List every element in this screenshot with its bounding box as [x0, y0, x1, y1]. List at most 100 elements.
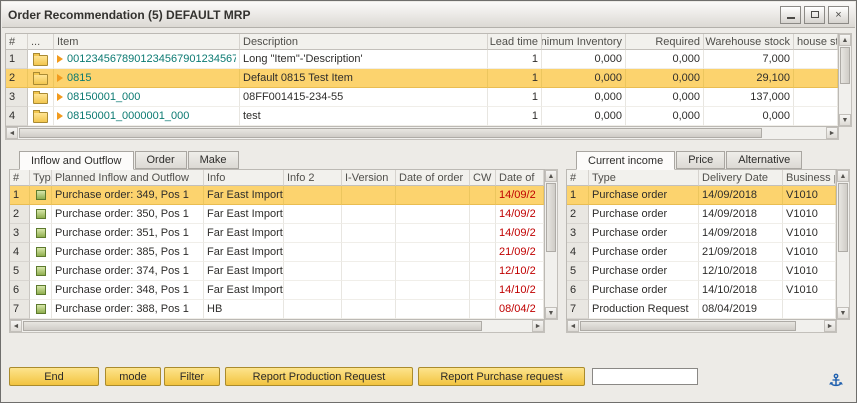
- delivery-date-cell[interactable]: 21/09/2018: [699, 243, 783, 262]
- folder-cell[interactable]: [28, 88, 54, 107]
- business-partner-cell[interactable]: V1010: [783, 262, 836, 281]
- type-cell[interactable]: Purchase order: [589, 243, 699, 262]
- titlebar[interactable]: Order Recommendation (5) DEFAULT MRP ×: [2, 2, 855, 28]
- cw-cell[interactable]: [470, 205, 496, 224]
- row-number[interactable]: 6: [567, 281, 589, 300]
- item-code[interactable]: 08150001_0000001_000: [67, 110, 189, 122]
- type-cell[interactable]: Purchase order: [589, 186, 699, 205]
- row-number[interactable]: 4: [6, 107, 28, 126]
- required-cell[interactable]: 0,000: [626, 50, 704, 69]
- i-version-cell[interactable]: [342, 205, 396, 224]
- delivery-date-cell[interactable]: 14/10/2018: [699, 281, 783, 300]
- row-number[interactable]: 4: [567, 243, 589, 262]
- row-number[interactable]: 7: [567, 300, 589, 319]
- mode-button[interactable]: mode: [105, 367, 161, 386]
- date-of-order-cell[interactable]: [396, 243, 470, 262]
- table-row-selected[interactable]: 1 Purchase order: 349, Pos 1 Far East Im…: [10, 186, 544, 205]
- scroll-up-button[interactable]: ▲: [545, 170, 557, 182]
- business-partner-cell[interactable]: V1010: [783, 224, 836, 243]
- row-number[interactable]: 5: [10, 262, 30, 281]
- row-number[interactable]: 4: [10, 243, 30, 262]
- item-code[interactable]: 0815: [67, 72, 91, 84]
- filter-button[interactable]: Filter: [164, 367, 220, 386]
- scroll-up-button[interactable]: ▲: [837, 170, 849, 182]
- planned-cell[interactable]: Purchase order: 374, Pos 1: [52, 262, 204, 281]
- date-cell[interactable]: 14/10/2: [496, 281, 544, 300]
- type-icon-cell[interactable]: [30, 243, 52, 262]
- info2-cell[interactable]: [284, 224, 342, 243]
- type-icon-cell[interactable]: [30, 262, 52, 281]
- cw-cell[interactable]: [470, 262, 496, 281]
- row-number[interactable]: 3: [567, 224, 589, 243]
- info2-cell[interactable]: [284, 243, 342, 262]
- delivery-date-cell[interactable]: 14/09/2018: [699, 224, 783, 243]
- lead-time-cell[interactable]: 1: [488, 88, 542, 107]
- date-cell[interactable]: 14/09/2: [496, 224, 544, 243]
- table-row[interactable]: 7 Production Request 08/04/2019: [567, 300, 836, 319]
- item-cell[interactable]: 08150001_0000001_000: [54, 107, 240, 126]
- extra-cell[interactable]: [794, 88, 838, 107]
- item-cell[interactable]: 08150001_000: [54, 88, 240, 107]
- info2-cell[interactable]: [284, 281, 342, 300]
- report-production-request-button[interactable]: Report Production Request: [225, 367, 413, 386]
- scroll-left-button[interactable]: ◄: [10, 320, 22, 332]
- item-cell[interactable]: 00123456789012345679012345679: [54, 50, 240, 69]
- lead-time-cell[interactable]: 1: [488, 50, 542, 69]
- cw-cell[interactable]: [470, 281, 496, 300]
- scroll-thumb[interactable]: [840, 47, 850, 84]
- close-button[interactable]: ×: [828, 6, 849, 24]
- info-cell[interactable]: HB: [204, 300, 284, 319]
- vertical-scrollbar[interactable]: ▲ ▼: [545, 169, 558, 320]
- row-number[interactable]: 2: [6, 69, 28, 88]
- type-cell[interactable]: Production Request: [589, 300, 699, 319]
- link-arrow-icon[interactable]: [57, 112, 63, 120]
- planned-cell[interactable]: Purchase order: 385, Pos 1: [52, 243, 204, 262]
- item-cell[interactable]: 0815: [54, 69, 240, 88]
- info-cell[interactable]: Far East Imports: [204, 262, 284, 281]
- extra-cell[interactable]: [794, 69, 838, 88]
- i-version-cell[interactable]: [342, 262, 396, 281]
- scroll-track[interactable]: [839, 46, 851, 114]
- delivery-date-cell[interactable]: 08/04/2019: [699, 300, 783, 319]
- min-inventory-cell[interactable]: 0,000: [542, 50, 626, 69]
- link-arrow-icon[interactable]: [57, 55, 63, 63]
- date-of-order-cell[interactable]: [396, 224, 470, 243]
- i-version-cell[interactable]: [342, 224, 396, 243]
- row-number[interactable]: 3: [6, 88, 28, 107]
- info2-cell[interactable]: [284, 186, 342, 205]
- table-row-selected[interactable]: 2 0815 Default 0815 Test Item 1 0,000 0,…: [6, 69, 838, 88]
- tab-current-income[interactable]: Current income: [576, 151, 675, 170]
- info-cell[interactable]: Far East Imports: [204, 224, 284, 243]
- info-cell[interactable]: Far East Imports: [204, 205, 284, 224]
- table-row[interactable]: 5 Purchase order: 374, Pos 1 Far East Im…: [10, 262, 544, 281]
- row-number[interactable]: 3: [10, 224, 30, 243]
- scroll-down-button[interactable]: ▼: [837, 307, 849, 319]
- scroll-thumb[interactable]: [580, 321, 796, 331]
- warehouse-stock-cell[interactable]: 137,000: [704, 88, 794, 107]
- date-cell[interactable]: 14/09/2: [496, 186, 544, 205]
- folder-cell[interactable]: [28, 50, 54, 69]
- table-row[interactable]: 5 Purchase order 12/10/2018 V1010: [567, 262, 836, 281]
- table-row[interactable]: 4 08150001_0000001_000 test 1 0,000 0,00…: [6, 107, 838, 126]
- scroll-track[interactable]: [579, 320, 824, 332]
- vertical-scrollbar[interactable]: ▲ ▼: [839, 33, 852, 127]
- table-row[interactable]: 4 Purchase order: 385, Pos 1 Far East Im…: [10, 243, 544, 262]
- row-number[interactable]: 2: [567, 205, 589, 224]
- end-button[interactable]: End: [9, 367, 99, 386]
- link-arrow-icon[interactable]: [57, 93, 63, 101]
- planned-cell[interactable]: Purchase order: 351, Pos 1: [52, 224, 204, 243]
- description-cell[interactable]: Long "Item"-'Description': [240, 50, 488, 69]
- required-cell[interactable]: 0,000: [626, 107, 704, 126]
- minimize-button[interactable]: [780, 6, 801, 24]
- scroll-right-button[interactable]: ►: [532, 320, 544, 332]
- folder-cell[interactable]: [28, 69, 54, 88]
- date-of-order-cell[interactable]: [396, 281, 470, 300]
- business-partner-cell[interactable]: V1010: [783, 205, 836, 224]
- link-arrow-icon[interactable]: [57, 74, 63, 82]
- scroll-down-button[interactable]: ▼: [545, 307, 557, 319]
- scroll-left-button[interactable]: ◄: [6, 127, 18, 139]
- type-cell[interactable]: Purchase order: [589, 262, 699, 281]
- info-cell[interactable]: Far East Imports: [204, 281, 284, 300]
- date-of-order-cell[interactable]: [396, 186, 470, 205]
- table-row[interactable]: 7 Purchase order: 388, Pos 1 HB 08/04/2: [10, 300, 544, 319]
